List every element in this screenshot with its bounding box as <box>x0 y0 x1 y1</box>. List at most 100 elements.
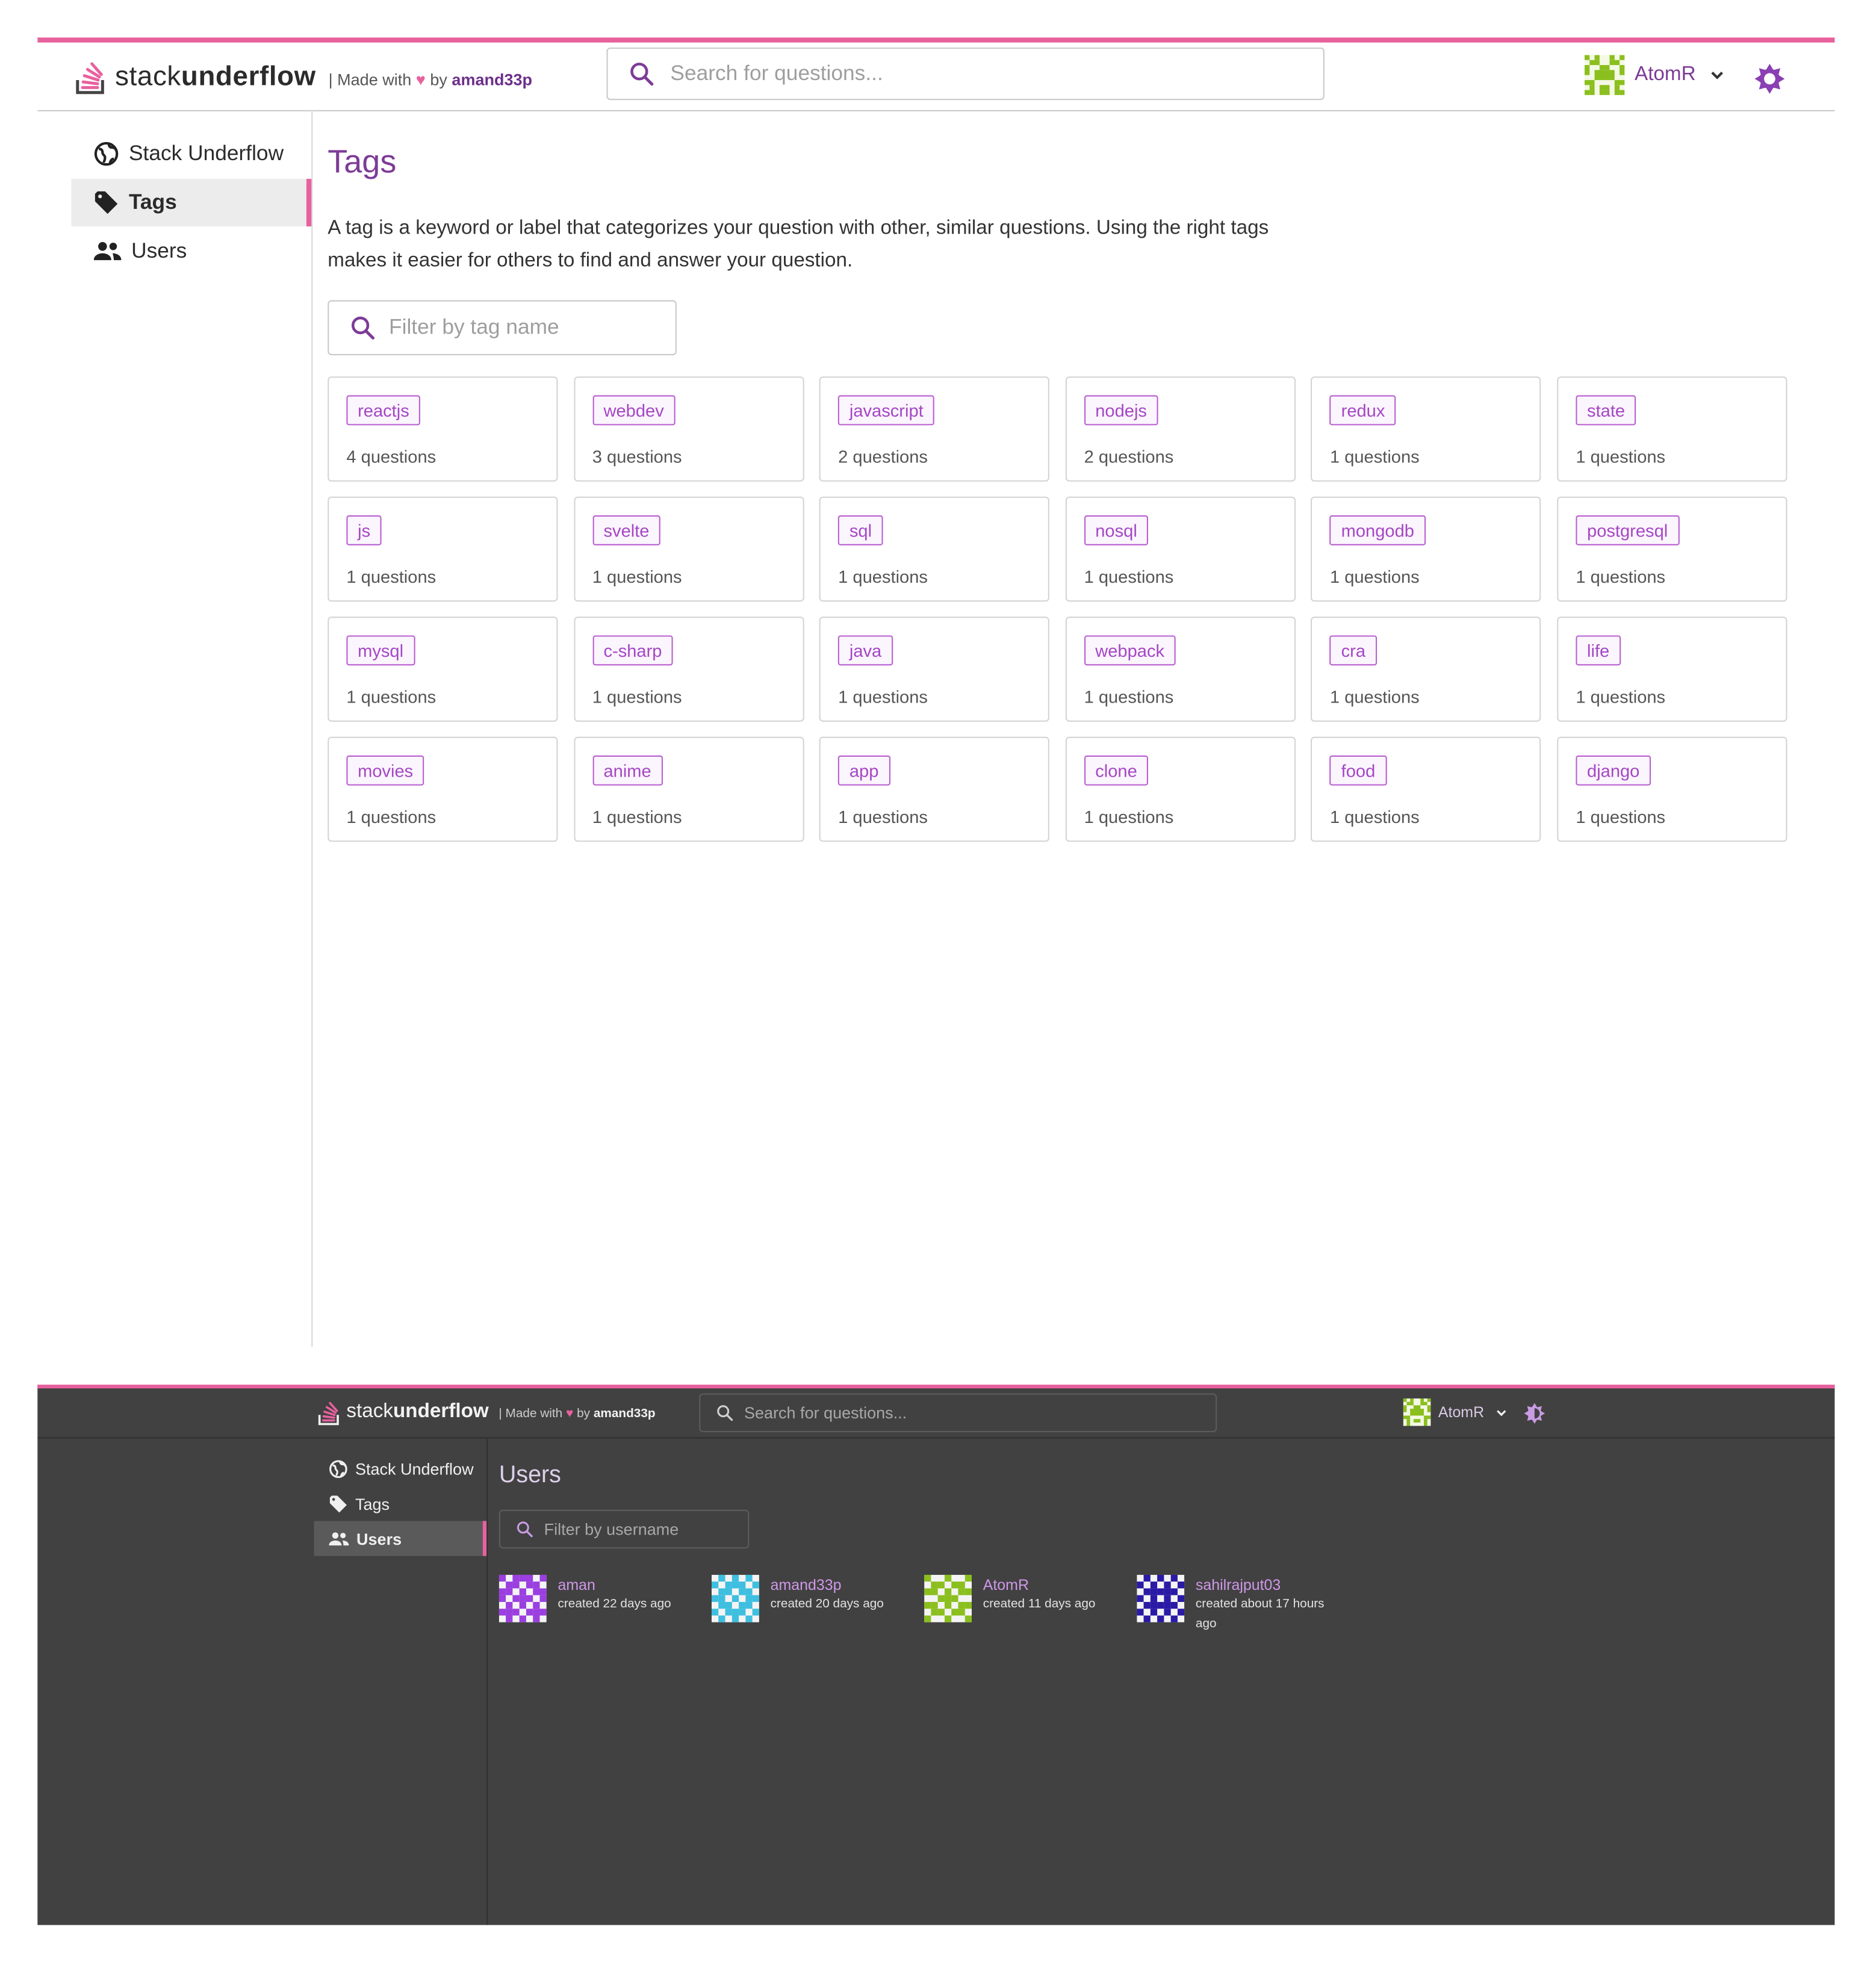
logo[interactable]: stackunderflow | Made with ♥ by amand33p <box>75 58 532 95</box>
user-avatar[interactable] <box>711 1574 759 1622</box>
tag-filter-input[interactable]: Filter by tag name <box>328 300 677 356</box>
sidebar: Stack Underflow Tags Users <box>37 110 313 1347</box>
tag-question-count: 1 questions <box>592 807 682 827</box>
logo[interactable]: stackunderflow | Made with ♥ by amand33p <box>318 1398 656 1426</box>
tag-card: life 1 questions <box>1557 616 1787 722</box>
tag-card: mongodb 1 questions <box>1311 496 1542 602</box>
tag-question-count: 1 questions <box>1576 807 1666 827</box>
theme-toggle-icon[interactable] <box>1523 1402 1545 1424</box>
sidebar-item-users[interactable]: Users <box>314 1521 487 1556</box>
tag-card: cra 1 questions <box>1311 616 1542 722</box>
tag-question-count: 1 questions <box>1576 567 1666 587</box>
filter-placeholder: Filter by tag name <box>389 315 559 340</box>
tag-chip[interactable]: anime <box>592 755 663 786</box>
tag-chip[interactable]: java <box>838 635 893 666</box>
stack-logo-icon <box>76 62 104 95</box>
user-card[interactable]: AtomR created 11 days ago <box>924 1574 1137 1635</box>
chevron-down-icon <box>1711 72 1723 79</box>
tag-icon <box>95 191 118 214</box>
tag-chip[interactable]: svelte <box>592 515 661 545</box>
sidebar-item-tags[interactable]: Tags <box>314 1486 486 1521</box>
tag-card: clone 1 questions <box>1065 736 1296 842</box>
user-menu[interactable]: AtomR <box>1403 1398 1508 1426</box>
tag-chip[interactable]: javascript <box>838 395 935 426</box>
tag-question-count: 1 questions <box>1084 567 1174 587</box>
tag-chip[interactable]: reactjs <box>346 395 421 426</box>
tag-chip[interactable]: c-sharp <box>592 635 674 666</box>
user-avatar[interactable] <box>1137 1574 1185 1622</box>
tag-card: c-sharp 1 questions <box>573 616 804 722</box>
tag-chip[interactable]: sql <box>838 515 883 545</box>
tag-card: svelte 1 questions <box>573 496 804 602</box>
users-icon <box>93 242 122 261</box>
tag-chip[interactable]: cra <box>1329 635 1377 666</box>
user-name-link[interactable]: AtomR <box>983 1575 1123 1595</box>
tag-card: movies 1 questions <box>328 736 558 842</box>
user-card[interactable]: amand33p created 20 days ago <box>711 1574 924 1635</box>
tag-card: redux 1 questions <box>1311 376 1542 482</box>
sidebar-item-users[interactable]: Users <box>71 228 311 275</box>
user-list: aman created 22 days ago amand33p created 2… <box>499 1574 1350 1635</box>
filter-placeholder: Filter by username <box>544 1520 679 1539</box>
user-name-link[interactable]: amand33p <box>771 1575 911 1595</box>
sidebar-item-label: Tags <box>128 190 177 214</box>
author-link[interactable]: amand33p <box>452 69 532 88</box>
sidebar-item-tags[interactable]: Tags <box>71 179 312 227</box>
search-input[interactable]: Search for questions... <box>699 1393 1217 1432</box>
tag-question-count: 1 questions <box>592 567 682 587</box>
tag-question-count: 1 questions <box>346 567 436 587</box>
user-card[interactable]: aman created 22 days ago <box>499 1574 712 1635</box>
sidebar-item-stack-underflow[interactable]: Stack Underflow <box>71 130 311 178</box>
page-description: A tag is a keyword or label that categor… <box>328 217 1269 272</box>
sidebar-item-stack-underflow[interactable]: Stack Underflow <box>314 1451 486 1486</box>
tag-card: java 1 questions <box>819 616 1050 722</box>
tag-question-count: 1 questions <box>838 567 928 587</box>
username-filter-input[interactable]: Filter by username <box>499 1509 750 1549</box>
made-with-credit: | Made with ♥ by amand33p <box>328 69 533 88</box>
tag-chip[interactable]: nodejs <box>1084 395 1158 426</box>
tag-question-count: 2 questions <box>1084 446 1174 467</box>
author-link[interactable]: amand33p <box>594 1407 656 1421</box>
search-input[interactable]: Search for questions... <box>606 47 1325 101</box>
tag-chip[interactable]: food <box>1329 755 1387 786</box>
user-menu[interactable]: AtomR <box>1584 55 1726 95</box>
tag-chip[interactable]: postgresql <box>1576 515 1679 545</box>
tag-question-count: 1 questions <box>1329 686 1420 707</box>
tag-chip[interactable]: state <box>1576 395 1636 426</box>
tag-chip[interactable]: life <box>1576 635 1621 666</box>
page-title: Users <box>499 1462 561 1489</box>
tag-question-count: 1 questions <box>1329 807 1420 827</box>
user-name-link[interactable]: aman <box>558 1575 698 1595</box>
tag-card: anime 1 questions <box>573 736 804 842</box>
search-placeholder: Search for questions... <box>670 61 883 85</box>
user-card[interactable]: sahilrajput03 created about 17 hours ago <box>1137 1574 1349 1635</box>
search-icon <box>717 1405 733 1421</box>
user-avatar[interactable] <box>499 1574 547 1622</box>
tag-chip[interactable]: mysql <box>346 635 415 666</box>
chevron-down-icon <box>1496 1409 1506 1416</box>
sidebar-item-label: Stack Underflow <box>355 1459 474 1478</box>
tag-card: nosql 1 questions <box>1065 496 1296 602</box>
user-avatar[interactable] <box>924 1574 972 1622</box>
tag-question-count: 3 questions <box>592 446 682 467</box>
tag-chip[interactable]: mongodb <box>1329 515 1426 545</box>
tag-chip[interactable]: webpack <box>1084 635 1176 666</box>
sidebar: Stack Underflow Tags Users <box>37 1438 488 1925</box>
tag-chip[interactable]: redux <box>1329 395 1397 426</box>
tag-chip[interactable]: app <box>838 755 890 786</box>
tag-question-count: 1 questions <box>1329 446 1420 467</box>
tag-chip[interactable]: nosql <box>1084 515 1149 545</box>
tag-card: webpack 1 questions <box>1065 616 1296 722</box>
user-name-link[interactable]: sahilrajput03 <box>1196 1575 1336 1595</box>
globe-icon <box>94 141 119 166</box>
theme-toggle-icon[interactable] <box>1753 63 1786 95</box>
tag-chip[interactable]: django <box>1576 755 1651 786</box>
tag-chip[interactable]: movies <box>346 755 424 786</box>
tag-chip[interactable]: clone <box>1084 755 1149 786</box>
tag-card: nodejs 2 questions <box>1065 376 1296 482</box>
tag-card: javascript 2 questions <box>819 376 1050 482</box>
tag-chip[interactable]: webdev <box>592 395 676 426</box>
tag-chip[interactable]: js <box>346 515 382 545</box>
header: stackunderflow | Made with ♥ by amand33p… <box>37 1388 1835 1439</box>
search-icon <box>351 316 375 340</box>
